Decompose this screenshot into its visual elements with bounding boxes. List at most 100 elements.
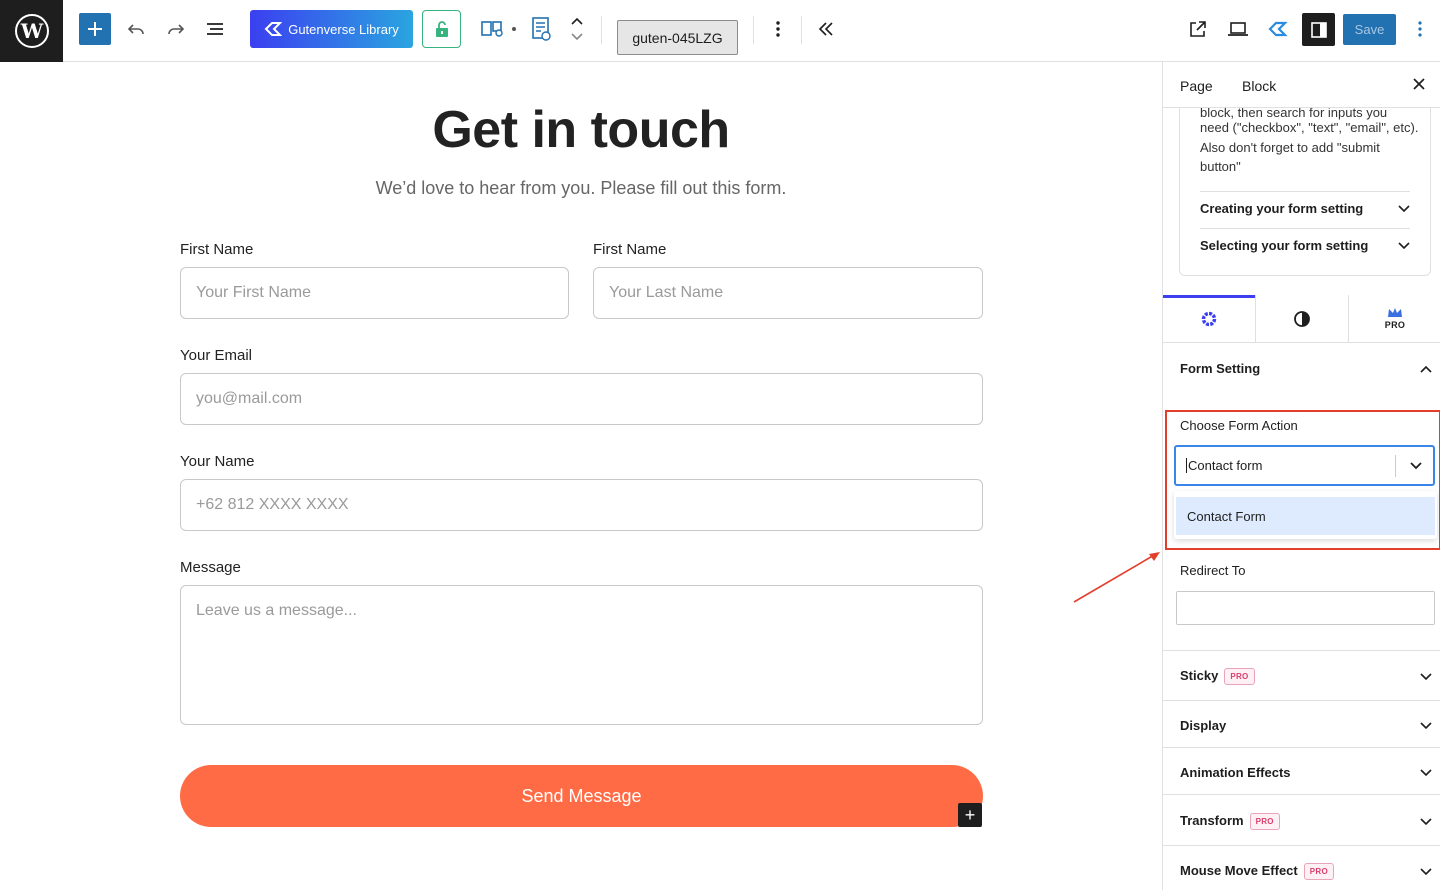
list-view-icon [207, 23, 223, 35]
email-label: Your Email [180, 347, 252, 364]
options-menu-button[interactable] [1404, 13, 1436, 45]
section-divider [1163, 794, 1440, 795]
toolbar-dot [512, 27, 516, 31]
desktop-icon [1228, 22, 1248, 36]
form-setting-header[interactable]: Form Setting [1180, 361, 1432, 376]
close-icon [1413, 78, 1425, 90]
block-inserter-icon[interactable]: + [958, 803, 982, 827]
chevron-down-icon [1420, 672, 1432, 680]
contrast-icon [1294, 310, 1310, 327]
redo-button[interactable] [160, 13, 192, 45]
choose-form-action-label: Choose Form Action [1180, 418, 1298, 433]
section-divider [1163, 747, 1440, 748]
save-button[interactable]: Save [1343, 14, 1396, 45]
sidebar-tabs: Page Block [1163, 62, 1440, 108]
section-sticky[interactable]: Sticky PRO [1180, 668, 1432, 686]
layout-icon [481, 21, 503, 37]
tab-page[interactable]: Page [1180, 78, 1213, 94]
section-label: Sticky PRO [1180, 668, 1255, 686]
editor-toolbar: W Gutenverse Library guten-045LZG Save [0, 0, 1440, 62]
help-item-selecting[interactable]: Selecting your form setting [1200, 238, 1410, 253]
block-id-chip[interactable]: guten-045LZG [617, 20, 738, 55]
last-name-label: First Name [593, 241, 667, 258]
collapse-toolbar-button[interactable] [810, 13, 842, 45]
tab-block[interactable]: Block [1242, 78, 1276, 94]
section-divider [1163, 845, 1440, 846]
annotation-arrow [1073, 552, 1160, 603]
view-page-button[interactable] [1182, 13, 1214, 45]
section-divider [1163, 650, 1440, 651]
undo-button[interactable] [120, 13, 152, 45]
help-item-creating[interactable]: Creating your form setting [1200, 201, 1410, 216]
section-animation-effects[interactable]: Animation Effects [1180, 765, 1432, 780]
toolbar-separator [753, 16, 754, 44]
redo-icon [168, 24, 185, 35]
tab-pro[interactable]: PRO [1349, 295, 1440, 342]
tab-style[interactable] [1256, 295, 1349, 342]
section-transform[interactable]: Transform PRO [1180, 813, 1432, 831]
undo-icon [127, 24, 144, 35]
plus-icon [88, 22, 102, 36]
section-label: Display [1180, 718, 1227, 733]
chevron-up-icon [1420, 365, 1432, 373]
toolbar-separator [801, 16, 802, 44]
chevron-down-icon[interactable] [570, 32, 584, 42]
gutenverse-library-label: Gutenverse Library [288, 21, 399, 37]
redirect-input[interactable] [1176, 591, 1435, 625]
kebab-menu-icon [776, 21, 780, 37]
page-title[interactable]: Get in touch [0, 100, 1162, 160]
form-action-select[interactable]: Contact form [1174, 445, 1435, 486]
settings-sidebar: block, then search for inputs you need (… [1162, 62, 1440, 890]
editor-canvas: Get in touch We’d love to hear from you.… [0, 62, 1162, 890]
section-label: Transform PRO [1180, 813, 1280, 831]
gutenverse-library-button[interactable]: Gutenverse Library [250, 10, 413, 48]
chevron-down-icon [1420, 817, 1432, 825]
settings-sidebar-toggle[interactable] [1302, 13, 1335, 46]
chevron-down-icon [1398, 241, 1410, 249]
block-patterns-button[interactable] [478, 13, 510, 45]
sidebar-icon [1310, 21, 1327, 38]
help-divider [1200, 228, 1410, 229]
redirect-label: Redirect To [1180, 563, 1246, 578]
your-name-label: Your Name [180, 453, 255, 470]
gutenverse-icon [1268, 21, 1288, 37]
send-message-button[interactable]: Send Message [180, 765, 983, 827]
pro-badge: PRO [1303, 863, 1334, 881]
chevron-down-icon [1398, 204, 1410, 212]
chevron-down-icon [1420, 768, 1432, 776]
section-label: Animation Effects [1180, 765, 1291, 780]
panel-icon-tabs: PRO [1163, 295, 1440, 343]
first-name-input[interactable]: Your First Name [180, 267, 569, 319]
tab-settings[interactable] [1163, 295, 1256, 342]
chevron-down-icon[interactable] [1409, 458, 1423, 472]
section-display[interactable]: Display [1180, 718, 1432, 733]
gutenverse-panel-button[interactable] [1262, 13, 1294, 45]
block-options-button[interactable] [762, 13, 794, 45]
move-up-down-control[interactable] [566, 13, 588, 45]
chevron-up-icon[interactable] [570, 16, 584, 26]
last-name-input[interactable]: Your Last Name [593, 267, 983, 319]
section-mouse-move-effect[interactable]: Mouse Move Effect PRO [1180, 863, 1432, 881]
page-settings-button[interactable] [525, 13, 557, 45]
crown-icon [1388, 308, 1402, 317]
select-divider [1395, 455, 1396, 477]
option-contact-form[interactable]: Contact Form [1176, 497, 1435, 535]
add-block-button[interactable] [79, 13, 111, 45]
help-item-label: Selecting your form setting [1200, 238, 1369, 253]
help-item-label: Creating your form setting [1200, 201, 1364, 216]
preview-button[interactable] [1222, 13, 1254, 45]
form-action-value: Contact form [1186, 458, 1263, 473]
svg-text:W: W [19, 19, 43, 43]
help-divider [1200, 191, 1410, 192]
phone-input[interactable]: +62 812 XXXX XXXX [180, 479, 983, 531]
message-textarea[interactable]: Leave us a message... [180, 585, 983, 725]
form-setting-title: Form Setting [1180, 361, 1261, 376]
close-sidebar-button[interactable] [1409, 74, 1429, 94]
list-view-button[interactable] [199, 13, 231, 45]
lock-button[interactable] [422, 10, 461, 48]
wordpress-logo-icon[interactable]: W [0, 0, 63, 62]
chevron-down-icon [1420, 721, 1432, 729]
page-subtitle[interactable]: We’d love to hear from you. Please fill … [0, 178, 1162, 199]
email-input[interactable]: you@mail.com [180, 373, 983, 425]
help-text: need ("checkbox", "text", "email", etc).… [1200, 120, 1419, 174]
